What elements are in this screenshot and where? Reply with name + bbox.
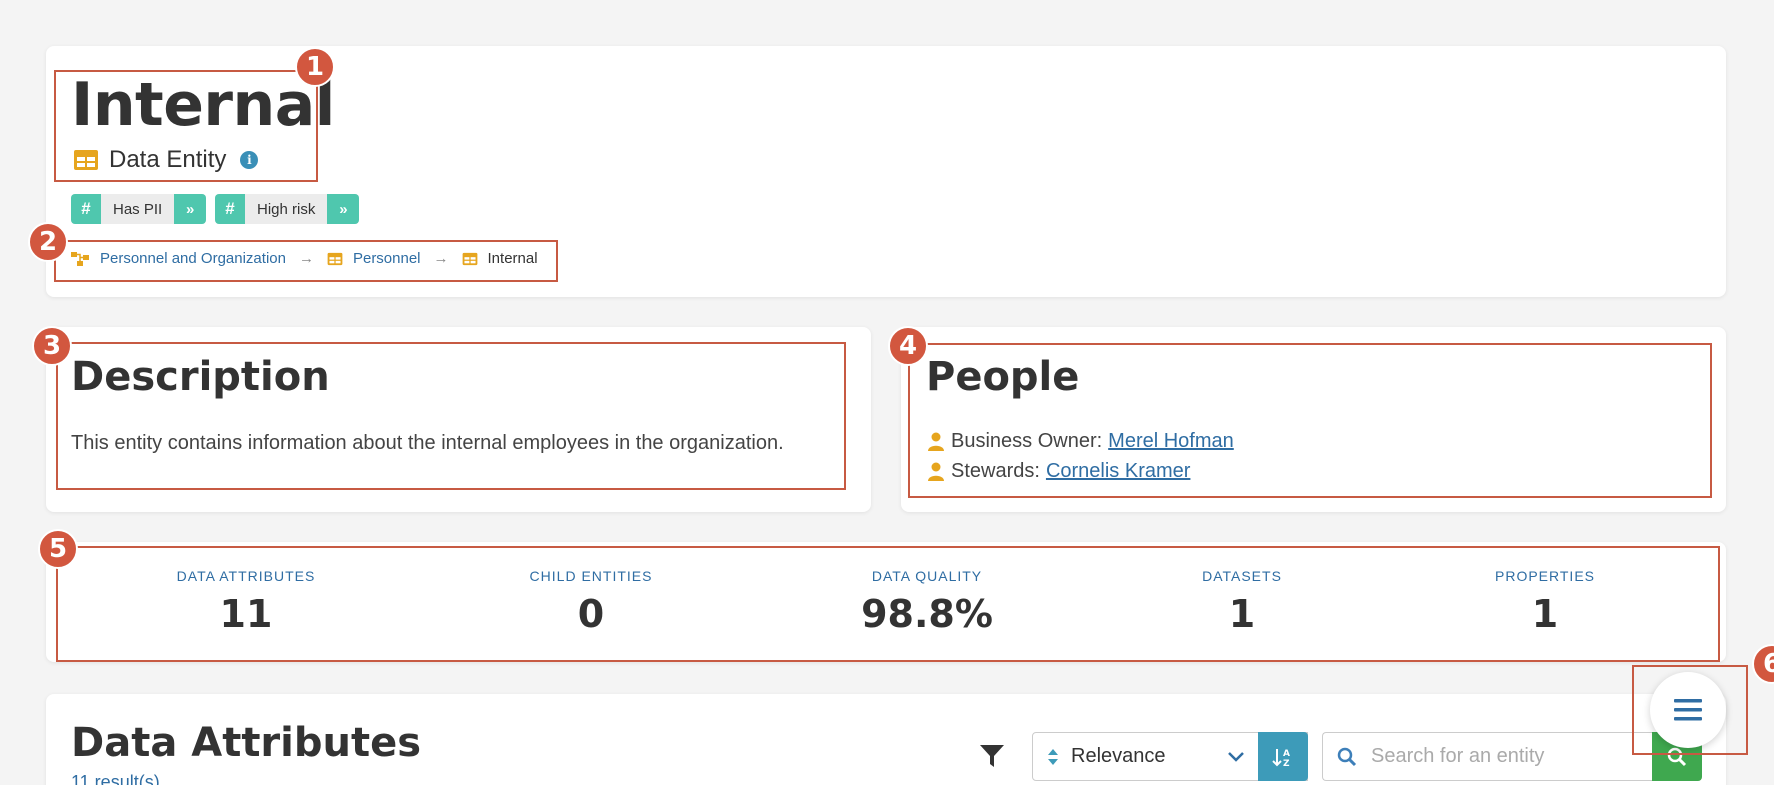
double-chevron-right-icon[interactable]: »	[174, 194, 207, 224]
tag-high-risk[interactable]: # High risk »	[215, 194, 360, 224]
search-field[interactable]	[1322, 732, 1652, 781]
sort-az-icon: A Z	[1272, 748, 1290, 768]
filter-icon[interactable]	[978, 742, 1006, 770]
attributes-heading: Data Attributes	[71, 720, 422, 766]
tag-label: Has PII	[113, 200, 163, 218]
chevron-down-icon	[1228, 751, 1244, 762]
hash-icon: #	[71, 194, 101, 224]
annotation-badge: 5	[38, 529, 78, 569]
annotation-badge: 4	[888, 326, 928, 366]
annotation-box-6	[1632, 665, 1748, 755]
annotation-badge: 6	[1752, 644, 1774, 684]
svg-text:Z: Z	[1283, 759, 1290, 768]
sort-select-value: Relevance	[1071, 745, 1166, 767]
tag-has-pii[interactable]: # Has PII »	[71, 194, 207, 224]
search-icon	[1337, 747, 1357, 766]
svg-text:A: A	[1283, 749, 1290, 759]
annotation-box-3	[56, 342, 846, 490]
annotation-box-1	[54, 70, 318, 182]
results-count: 11 result(s)	[71, 772, 160, 785]
hash-icon: #	[215, 194, 245, 224]
annotation-badge: 1	[295, 47, 335, 87]
sort-direction-button[interactable]: A Z	[1258, 732, 1308, 781]
annotation-box-2	[54, 240, 558, 282]
annotation-badge: 2	[28, 222, 68, 262]
annotation-box-4	[908, 343, 1712, 498]
tag-label: High risk	[257, 200, 316, 218]
annotation-box-5	[56, 546, 1720, 662]
sort-updown-icon	[1048, 748, 1058, 765]
double-chevron-right-icon[interactable]: »	[327, 194, 360, 224]
annotation-badge: 3	[32, 326, 72, 366]
search-input[interactable]	[1371, 745, 1621, 768]
